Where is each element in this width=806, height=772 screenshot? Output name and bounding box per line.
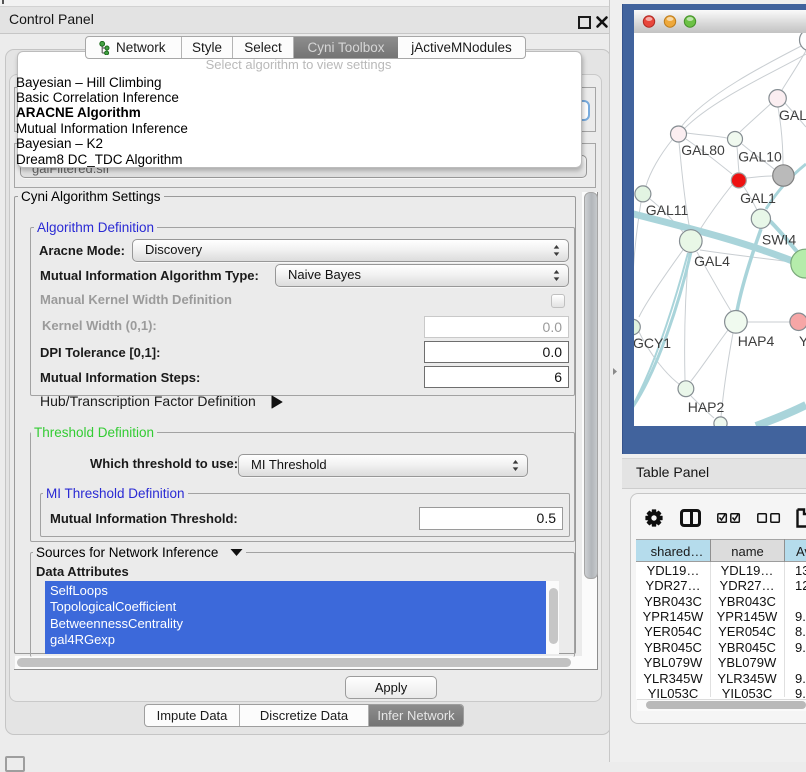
svg-text:GAL4: GAL4 bbox=[694, 253, 730, 269]
svg-text:GAL1: GAL1 bbox=[740, 190, 776, 206]
svg-text:HAP4: HAP4 bbox=[738, 333, 775, 349]
svg-text:GAL10: GAL10 bbox=[738, 149, 782, 165]
svg-text:GAL7: GAL7 bbox=[779, 107, 806, 123]
svg-text:GAL11: GAL11 bbox=[646, 202, 689, 218]
svg-text:Y: Y bbox=[799, 333, 806, 349]
svg-text:GCY1: GCY1 bbox=[634, 335, 671, 351]
svg-text:SWI4: SWI4 bbox=[762, 232, 796, 248]
svg-text:HAP2: HAP2 bbox=[688, 399, 725, 415]
svg-text:GAL80: GAL80 bbox=[681, 142, 725, 158]
